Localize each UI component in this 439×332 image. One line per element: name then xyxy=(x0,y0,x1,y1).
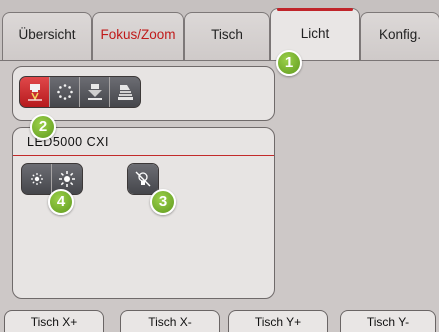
tab-fokus-zoom[interactable]: Fokus/Zoom xyxy=(92,12,184,60)
led-group: LED5000 CXI xyxy=(12,127,275,299)
brightness-down-button[interactable] xyxy=(22,164,52,194)
ring-light-button[interactable] xyxy=(50,77,80,107)
callout-badge-2: 2 xyxy=(30,114,56,140)
licht-panel: LED5000 CXI xyxy=(0,60,439,306)
oblique-light-button[interactable] xyxy=(110,77,140,107)
light-off-strip xyxy=(127,163,159,195)
ring-light-icon xyxy=(56,84,73,100)
callout-badge-4: 4 xyxy=(48,189,74,215)
brightness-buttons xyxy=(21,163,83,195)
transmitted-light-icon xyxy=(87,84,102,100)
tab-uebersicht[interactable]: Übersicht xyxy=(2,12,92,60)
callout-badge-1: 1 xyxy=(276,50,302,76)
group-divider xyxy=(13,155,274,156)
transmitted-light-button[interactable] xyxy=(80,77,110,107)
tisch-x-plus-button[interactable]: Tisch X+ xyxy=(4,310,104,332)
light-off-button[interactable] xyxy=(128,164,158,194)
tisch-y-plus-button[interactable]: Tisch Y+ xyxy=(228,310,328,332)
tab-konfig[interactable]: Konfig. xyxy=(360,12,439,60)
tab-tisch[interactable]: Tisch xyxy=(184,12,270,60)
tab-bar: Übersicht Fokus/Zoom Tisch Licht Konfig. xyxy=(0,0,439,64)
illumination-mode-group xyxy=(12,66,275,121)
stage-button-bar: Tisch X+ Tisch X- Tisch Y+ Tisch Y- xyxy=(0,306,439,332)
incident-light-button[interactable] xyxy=(20,77,50,107)
oblique-light-icon xyxy=(118,85,133,100)
light-off-icon xyxy=(135,171,151,187)
brightness-down-icon xyxy=(30,173,43,185)
microscope-control-screen: Übersicht Fokus/Zoom Tisch Licht Konfig. xyxy=(0,0,439,332)
tisch-x-minus-button[interactable]: Tisch X- xyxy=(120,310,220,332)
illumination-mode-buttons xyxy=(19,76,141,108)
callout-badge-3: 3 xyxy=(150,189,176,215)
tisch-y-minus-button[interactable]: Tisch Y- xyxy=(340,310,436,332)
incident-light-icon xyxy=(27,84,42,101)
brightness-up-icon xyxy=(59,171,75,187)
